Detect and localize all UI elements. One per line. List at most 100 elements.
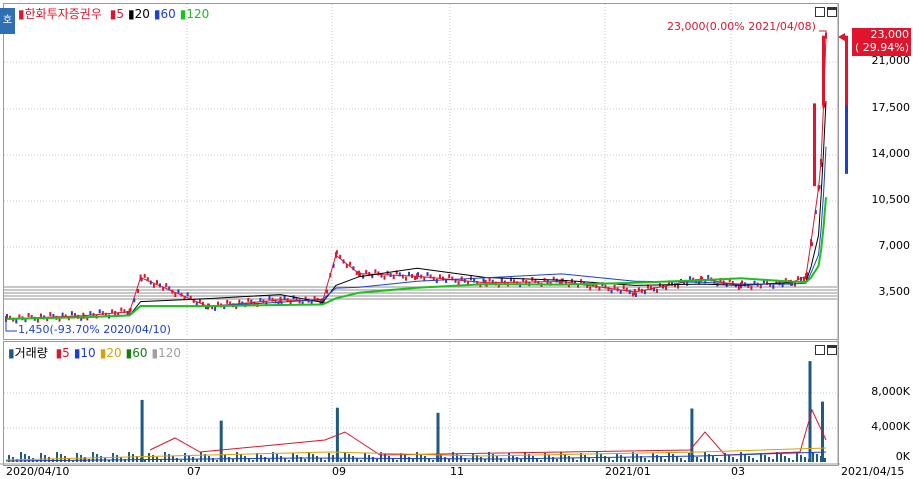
volume-bar <box>232 459 234 462</box>
price-point <box>820 158 822 165</box>
price-y-tick: 17,500 <box>871 101 911 114</box>
x-tick-label: 03 <box>731 465 745 478</box>
price-candle <box>500 278 503 283</box>
volume-bar <box>556 459 558 462</box>
price-candle <box>49 312 52 317</box>
price-candle <box>137 288 139 293</box>
price-scale-bar <box>845 105 848 174</box>
volume-bar <box>219 420 223 462</box>
price-candle <box>365 269 368 274</box>
volume-bar <box>736 459 738 462</box>
volume-bar <box>704 452 706 462</box>
price-candle <box>165 283 168 288</box>
volume-bar <box>756 460 758 462</box>
price-candle <box>40 313 42 318</box>
chart-canvas[interactable] <box>0 0 913 479</box>
volume-bar <box>584 455 586 462</box>
volume-ma-line <box>149 408 827 456</box>
volume-bar <box>560 452 562 462</box>
volume-bar <box>720 460 722 462</box>
price-point <box>416 273 419 280</box>
volume-bar <box>712 456 714 462</box>
volume-bar <box>324 460 326 462</box>
price-candle <box>247 297 250 302</box>
price-candle <box>156 280 158 285</box>
price-candle <box>759 284 762 289</box>
volume-bar <box>144 460 146 462</box>
volume-bar <box>364 453 366 462</box>
volume-bar <box>744 454 746 462</box>
current-change: ( 29.94%) <box>854 41 909 54</box>
volume-bar <box>636 454 638 462</box>
x-tick-label: 2021/04/15 <box>841 465 905 478</box>
volume-bar <box>572 458 574 462</box>
volume-bar <box>768 457 770 462</box>
volume-bar <box>396 460 398 462</box>
volume-bar <box>508 453 510 462</box>
volume-bar <box>812 452 814 462</box>
volume-bar <box>408 457 410 462</box>
price-candle <box>656 288 658 293</box>
price-candle <box>27 313 30 317</box>
rally-candle <box>822 35 825 106</box>
x-tick-label: 2020/04/10 <box>6 465 70 478</box>
price-candle <box>482 278 485 283</box>
volume-bar <box>216 460 218 462</box>
price-y-tick: 14,000 <box>871 147 911 160</box>
volume-bar <box>540 460 542 462</box>
volume-bar <box>604 456 606 462</box>
price-y-tick: 7,000 <box>878 239 911 252</box>
volume-bar <box>344 452 346 462</box>
volume-bar <box>184 453 186 462</box>
volume-bar <box>328 453 330 462</box>
volume-bar <box>668 452 670 462</box>
price-point <box>139 274 142 281</box>
price-candle <box>268 296 271 300</box>
volume-bar <box>472 453 474 462</box>
low-price-annotation: 1,450(-93.70% 2020/04/10) <box>18 323 171 336</box>
volume-bar <box>480 457 482 462</box>
price-candle <box>404 276 407 281</box>
volume-bar <box>660 457 662 462</box>
price-candle <box>737 285 740 290</box>
price-candle <box>435 279 438 283</box>
volume-bar <box>732 457 734 462</box>
volume-bar <box>676 456 678 462</box>
price-point <box>358 270 361 277</box>
volume-y-tick: 8,000K <box>871 385 910 398</box>
volume-bar <box>752 458 754 462</box>
volume-bar <box>728 455 730 462</box>
volume-bar <box>200 452 202 462</box>
volume-bar <box>140 399 144 462</box>
volume-bar <box>568 456 570 462</box>
price-candle <box>283 296 286 300</box>
volume-y-tick: 0K <box>895 450 910 463</box>
volume-bar <box>288 460 290 462</box>
price-candle <box>174 293 177 297</box>
volume-bar <box>360 460 362 462</box>
volume-bar <box>484 459 486 462</box>
volume-bar <box>800 455 802 462</box>
volume-bar <box>308 452 310 462</box>
volume-bar <box>796 453 798 462</box>
price-candle <box>750 285 753 290</box>
volume-bar <box>792 460 794 462</box>
current-price-pointer <box>838 33 845 41</box>
volume-bar <box>740 452 742 462</box>
volume-bar <box>280 456 282 462</box>
volume-bar <box>236 452 238 462</box>
volume-bar <box>612 460 614 462</box>
price-candle <box>794 282 796 287</box>
price-candle <box>152 283 155 288</box>
volume-bar <box>468 460 470 462</box>
volume-bar <box>240 454 242 462</box>
volume-bar <box>628 459 630 462</box>
price-line <box>5 35 827 320</box>
price-candle <box>349 261 352 266</box>
price-candle <box>70 311 73 316</box>
x-tick-label: 2021/01 <box>605 465 651 478</box>
price-candle <box>408 271 410 276</box>
price-candle <box>772 284 775 289</box>
volume-bar <box>764 455 766 462</box>
volume-bar <box>264 457 266 462</box>
